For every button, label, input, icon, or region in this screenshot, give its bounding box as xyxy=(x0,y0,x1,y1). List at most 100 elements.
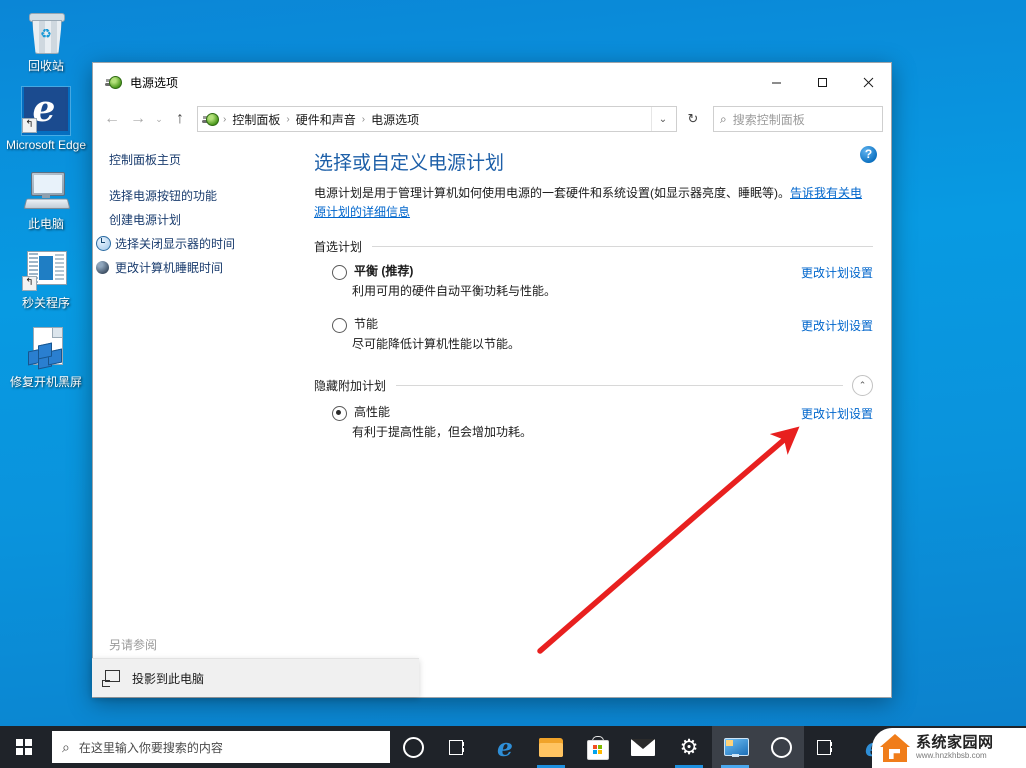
this-pc-icon xyxy=(22,166,71,214)
shortcut-arrow-icon: ↰ xyxy=(22,118,37,133)
search-placeholder: 搜索控制面板 xyxy=(732,112,805,127)
gear-icon: ⚙ xyxy=(679,735,699,759)
breadcrumb-item-hardware-sound[interactable]: 硬件和声音 xyxy=(291,111,361,128)
window-titlebar[interactable]: 电源选项 xyxy=(93,63,891,102)
watermark-title: 系统家园网 xyxy=(916,734,994,751)
task-view-button-2[interactable] xyxy=(804,726,850,768)
desktop-screen: ♻ 回收站 e ↰ Microsoft Edge 此电脑 ↰ 秒关程序 修复开机… xyxy=(0,0,1026,768)
sidebar-item-label: 更改计算机睡眠时间 xyxy=(115,261,224,275)
breadcrumb[interactable]: › 控制面板 › 硬件和声音 › 电源选项 ⌄ xyxy=(197,106,677,132)
app-shortcut-icon: ↰ xyxy=(22,245,70,293)
breadcrumb-item-control-panel[interactable]: 控制面板 xyxy=(227,111,285,128)
breadcrumb-item-power-options[interactable]: 电源选项 xyxy=(366,111,424,128)
change-plan-settings-link-high-performance[interactable]: 更改计划设置 xyxy=(801,405,873,422)
task-view-button[interactable] xyxy=(436,726,482,768)
plan-row-power-saver[interactable]: 节能 尽可能降低计算机性能以节能。 更改计划设置 xyxy=(314,316,873,363)
taskbar-items: e ⚙ xyxy=(390,726,896,768)
desktop-icon-recycle-bin[interactable]: ♻ 回收站 xyxy=(0,8,92,73)
cortana-button[interactable] xyxy=(390,726,436,768)
page-title: 选择或自定义电源计划 xyxy=(314,153,505,174)
sidebar-item-label: 创建电源计划 xyxy=(109,213,182,227)
sidebar-item-choose-display-off-time[interactable]: 选择关闭显示器的时间 xyxy=(93,232,296,256)
divider xyxy=(396,385,843,386)
mail-button[interactable] xyxy=(620,726,666,768)
desktop-icon-document-cubes[interactable]: 修复开机黑屏 xyxy=(0,324,92,389)
power-plug-icon xyxy=(105,74,122,91)
cortana-button-2[interactable] xyxy=(758,726,804,768)
project-to-this-pc-label: 投影到此电脑 xyxy=(132,671,205,686)
plan-group-preferred: 首选计划 平衡 (推荐) 利用可用的硬件自动平衡功耗与性能。 更改计划设置 节能… xyxy=(314,238,873,363)
task-view-icon xyxy=(817,739,837,755)
plan-description: 有利于提高性能，但会增加功耗。 xyxy=(352,425,533,439)
watermark-url: www.hnzkhbsb.com xyxy=(916,751,987,760)
change-plan-settings-link-balanced[interactable]: 更改计划设置 xyxy=(801,264,873,281)
sidebar-item-label: 选择关闭显示器的时间 xyxy=(115,237,236,251)
chevron-down-icon[interactable]: ⌄ xyxy=(651,107,674,131)
clock-icon xyxy=(95,235,111,251)
plan-description: 尽可能降低计算机性能以节能。 xyxy=(352,337,521,351)
plan-radio-power-saver[interactable] xyxy=(332,318,347,333)
microsoft-store-button[interactable] xyxy=(574,726,620,768)
desktop-icon-edge[interactable]: e ↰ Microsoft Edge xyxy=(0,86,92,152)
help-icon[interactable]: ? xyxy=(860,146,877,163)
cortana-ring-icon xyxy=(402,736,424,758)
divider xyxy=(372,246,873,247)
back-button[interactable]: ← xyxy=(99,106,125,132)
window-title: 电源选项 xyxy=(130,75,179,90)
minimize-button[interactable] xyxy=(753,64,799,101)
desktop-icon-app-shortcut[interactable]: ↰ 秒关程序 xyxy=(0,245,92,310)
power-options-window: 电源选项 ← → ⌄ ↑ › 控制面板 › 硬件和声音 › 电源选项 ⌄ ↻ ⌕… xyxy=(92,62,892,698)
mail-icon xyxy=(631,738,655,756)
plan-group-header: 首选计划 xyxy=(314,238,873,255)
document-cubes-icon xyxy=(22,324,70,372)
forward-button[interactable]: → xyxy=(125,106,151,132)
up-button[interactable]: ↑ xyxy=(167,106,193,132)
power-plug-icon xyxy=(202,111,219,128)
sidebar-item-label: 控制面板主页 xyxy=(109,153,182,167)
plan-description: 利用可用的硬件自动平衡功耗与性能。 xyxy=(352,284,557,298)
search-control-panel-input[interactable]: ⌕ 搜索控制面板 xyxy=(713,106,883,132)
edge-icon: e ↰ xyxy=(21,86,71,136)
refresh-button[interactable]: ↻ xyxy=(679,106,707,132)
recycle-bin-icon: ♻ xyxy=(22,8,70,56)
sidebar-item-power-button-action[interactable]: 选择电源按钮的功能 xyxy=(93,184,296,208)
sidebar-item-label: 选择电源按钮的功能 xyxy=(109,189,218,203)
maximize-button[interactable] xyxy=(799,64,845,101)
search-icon: ⌕ xyxy=(720,111,727,126)
desktop-icon-label: Microsoft Edge xyxy=(5,138,87,152)
task-view-icon xyxy=(449,739,469,755)
windows-logo-icon xyxy=(15,738,33,756)
plan-row-high-performance[interactable]: 高性能 有利于提高性能，但会增加功耗。 更改计划设置 xyxy=(314,404,873,451)
change-plan-settings-link-power-saver[interactable]: 更改计划设置 xyxy=(801,317,873,334)
window-body: 控制面板主页 选择电源按钮的功能 创建电源计划 选择关闭显示器的时间 更改计算机… xyxy=(93,136,891,697)
plan-name[interactable]: 平衡 (推荐) xyxy=(354,263,413,280)
site-watermark: 系统家园网 www.hnzkhbsb.com xyxy=(872,728,1026,768)
plan-name[interactable]: 节能 xyxy=(354,316,378,333)
recent-locations-button[interactable]: ⌄ xyxy=(151,106,167,132)
plan-radio-balanced[interactable] xyxy=(332,265,347,280)
close-button[interactable] xyxy=(845,64,891,101)
chevron-up-icon[interactable]: ⌃ xyxy=(852,375,873,396)
taskbar-search-placeholder: 在这里输入你要搜索的内容 xyxy=(78,740,223,755)
desktop-icon-this-pc[interactable]: 此电脑 xyxy=(0,166,92,231)
plan-radio-high-performance[interactable] xyxy=(332,406,347,421)
sidebar-item-create-power-plan[interactable]: 创建电源计划 xyxy=(93,208,296,232)
see-also-title: 另请参阅 xyxy=(109,638,158,652)
plan-name[interactable]: 高性能 xyxy=(354,404,390,421)
shortcut-arrow-icon: ↰ xyxy=(22,276,37,291)
control-panel-button[interactable] xyxy=(712,726,758,768)
page-description: 电源计划是用于管理计算机如何使用电源的一套硬件和系统设置(如显示器亮度、睡眠等)… xyxy=(314,184,873,222)
sidebar-item-control-panel-home[interactable]: 控制面板主页 xyxy=(93,148,296,172)
plan-row-balanced[interactable]: 平衡 (推荐) 利用可用的硬件自动平衡功耗与性能。 更改计划设置 xyxy=(314,263,873,310)
taskbar-search-input[interactable]: ⌕ 在这里输入你要搜索的内容 xyxy=(52,731,390,763)
folder-icon xyxy=(539,737,563,757)
start-button[interactable] xyxy=(0,726,48,768)
desktop-icon-label: 修复开机黑屏 xyxy=(9,375,82,389)
file-explorer-button[interactable] xyxy=(528,726,574,768)
project-to-this-pc-bar[interactable]: 投影到此电脑 xyxy=(92,658,419,697)
sidebar-item-change-sleep-time[interactable]: 更改计算机睡眠时间 xyxy=(93,256,296,280)
edge-taskbar-button[interactable]: e xyxy=(482,726,528,768)
settings-button[interactable]: ⚙ xyxy=(666,726,712,768)
desktop-icon-list: ♻ 回收站 e ↰ Microsoft Edge 此电脑 ↰ 秒关程序 修复开机… xyxy=(0,8,92,403)
desktop-icon-label: 回收站 xyxy=(27,59,64,73)
